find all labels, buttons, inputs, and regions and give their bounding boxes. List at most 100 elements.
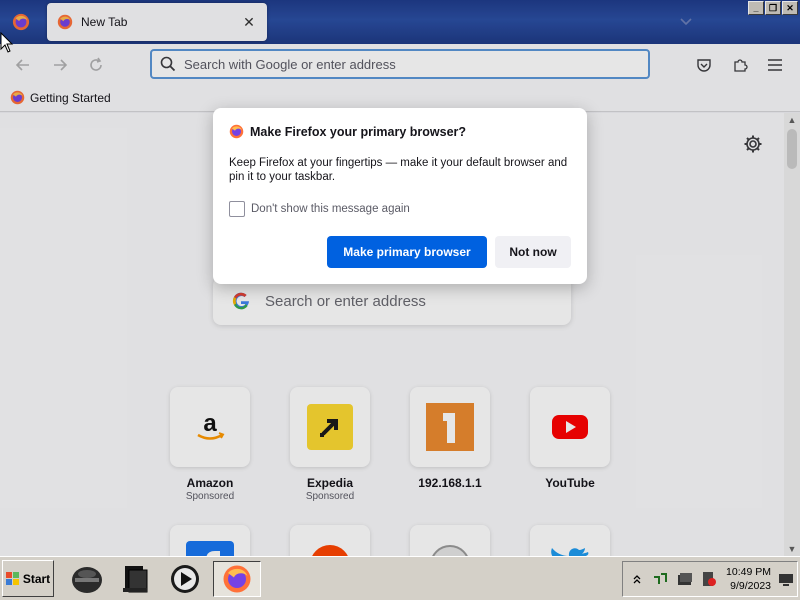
vertical-scrollbar[interactable]: ▲ ▼ [784, 113, 800, 556]
close-window-button[interactable]: ✕ [782, 1, 798, 15]
top-site-icon-box [530, 387, 610, 467]
not-now-button[interactable]: Not now [495, 236, 571, 268]
top-site-icon-box [530, 525, 610, 556]
show-hidden-icons-button[interactable] [629, 571, 645, 587]
tab-strip: New Tab ✕ _ ❐ ✕ [0, 0, 800, 44]
back-button[interactable] [12, 54, 34, 76]
pocket-button[interactable] [693, 54, 715, 76]
top-site-tile[interactable] [520, 525, 620, 556]
top-site-tile[interactable] [400, 525, 500, 556]
bookmark-getting-started[interactable]: Getting Started [10, 90, 111, 105]
sponsored-label: Sponsored [305, 491, 355, 502]
taskbar-app-player[interactable] [166, 561, 204, 597]
top-site-tile[interactable]: a Amazon Sponsored [160, 387, 260, 502]
dont-show-again-checkbox[interactable] [229, 201, 245, 217]
clock-date: 9/9/2023 [730, 580, 771, 592]
tray-network-icon[interactable] [653, 571, 669, 587]
forward-button[interactable] [49, 54, 71, 76]
top-site-tile[interactable]: 192.168.1.1 [400, 387, 500, 490]
dont-show-again-option[interactable]: Don't show this message again [229, 201, 571, 217]
sponsored-label: Sponsored [185, 491, 235, 502]
scrollbar-thumb[interactable] [787, 129, 797, 169]
extensions-button[interactable] [729, 54, 751, 76]
firefox-icon [10, 90, 25, 105]
wikipedia-icon [432, 545, 468, 556]
desktop-icon [779, 574, 793, 586]
newtab-search-placeholder: Search or enter address [265, 292, 426, 310]
chevron-down-icon [680, 18, 692, 26]
bookmark-label: Getting Started [30, 90, 111, 105]
mouse-cursor [0, 31, 14, 54]
firefox-icon [57, 14, 73, 30]
top-site-icon-box [410, 525, 490, 556]
top-site-icon-box [290, 387, 370, 467]
pocket-icon [697, 59, 711, 72]
start-label: Start [22, 571, 51, 586]
reload-icon [90, 57, 102, 71]
twitter-icon [551, 548, 589, 556]
make-primary-browser-button[interactable]: Make primary browser [327, 236, 487, 268]
security-alert-icon [703, 572, 716, 586]
top-site-title: Amazon [186, 476, 234, 490]
top-site-tile[interactable] [160, 525, 260, 556]
top-site-tile[interactable]: YouTube [520, 387, 620, 490]
start-button[interactable]: Start [2, 560, 54, 597]
arrow-right-icon [54, 59, 68, 71]
media-app-icon [123, 566, 148, 593]
hamburger-menu-icon [768, 59, 782, 71]
system-tray: 10:49 PM 9/9/2023 [622, 561, 798, 597]
close-tab-button[interactable]: ✕ [241, 14, 257, 30]
taskbar: Start 10:49 PM 9/9/2023 [0, 556, 800, 600]
newtab-search-input[interactable]: Search or enter address [213, 277, 571, 325]
windows-logo-icon [5, 571, 19, 585]
scroll-down-arrow[interactable]: ▼ [784, 542, 800, 556]
top-site-icon-box [170, 525, 250, 556]
amazon-icon: a [197, 410, 225, 440]
personalize-button[interactable] [743, 134, 763, 154]
chevron-up-icon [633, 575, 641, 584]
app-menu-button[interactable] [764, 54, 786, 76]
top-site-title: 192.168.1.1 [418, 476, 482, 490]
tray-app-icon [678, 573, 692, 585]
address-bar-placeholder: Search with Google or enter address [184, 56, 396, 72]
youtube-icon [552, 415, 588, 439]
top-site-tile[interactable] [280, 525, 380, 556]
taskbar-clock[interactable]: 10:49 PM 9/9/2023 [719, 565, 771, 593]
tray-desktop-icon[interactable] [778, 572, 794, 588]
dialog-buttons: Make primary browser Not now [327, 236, 571, 268]
taskbar-app-media[interactable] [116, 561, 154, 597]
taskbar-app-firefox[interactable] [213, 561, 261, 597]
list-all-tabs-button[interactable] [676, 12, 696, 32]
taskbar-app-vpn[interactable] [68, 561, 106, 597]
top-site-title: Expedia [306, 476, 354, 490]
dialog-header: Make Firefox your primary browser? [229, 124, 571, 139]
facebook-icon [186, 541, 234, 556]
gear-icon [744, 135, 762, 153]
minimize-button[interactable]: _ [748, 1, 764, 15]
address-bar[interactable]: Search with Google or enter address [150, 49, 650, 79]
media-player-icon [171, 565, 199, 593]
tab-new-tab[interactable]: New Tab ✕ [47, 3, 267, 41]
tray-app-icon[interactable] [677, 571, 693, 587]
svg-text:a: a [203, 410, 217, 437]
clock-time: 10:49 PM [726, 566, 771, 578]
network-icon [654, 573, 667, 584]
cursor-arrow-icon [0, 31, 14, 53]
firefox-icon [229, 124, 244, 139]
top-site-tile[interactable]: Expedia Sponsored [280, 387, 380, 502]
top-site-icon-box [290, 525, 370, 556]
top-site-icon-box [410, 387, 490, 467]
default-browser-dialog: Make Firefox your primary browser? Keep … [213, 108, 587, 284]
restore-button[interactable]: ❐ [765, 1, 781, 15]
top-site-title: YouTube [545, 476, 595, 490]
reload-button[interactable] [85, 54, 107, 76]
scroll-up-arrow[interactable]: ▲ [784, 113, 800, 127]
window-controls: _ ❐ ✕ [748, 1, 798, 15]
checkbox-label: Don't show this message again [251, 203, 410, 215]
puzzle-icon [734, 59, 748, 72]
top-site-icon-box: a [170, 387, 250, 467]
search-icon [160, 56, 176, 72]
tab-title: New Tab [81, 15, 128, 29]
tray-security-icon[interactable] [701, 571, 717, 587]
expedia-icon [307, 404, 353, 450]
